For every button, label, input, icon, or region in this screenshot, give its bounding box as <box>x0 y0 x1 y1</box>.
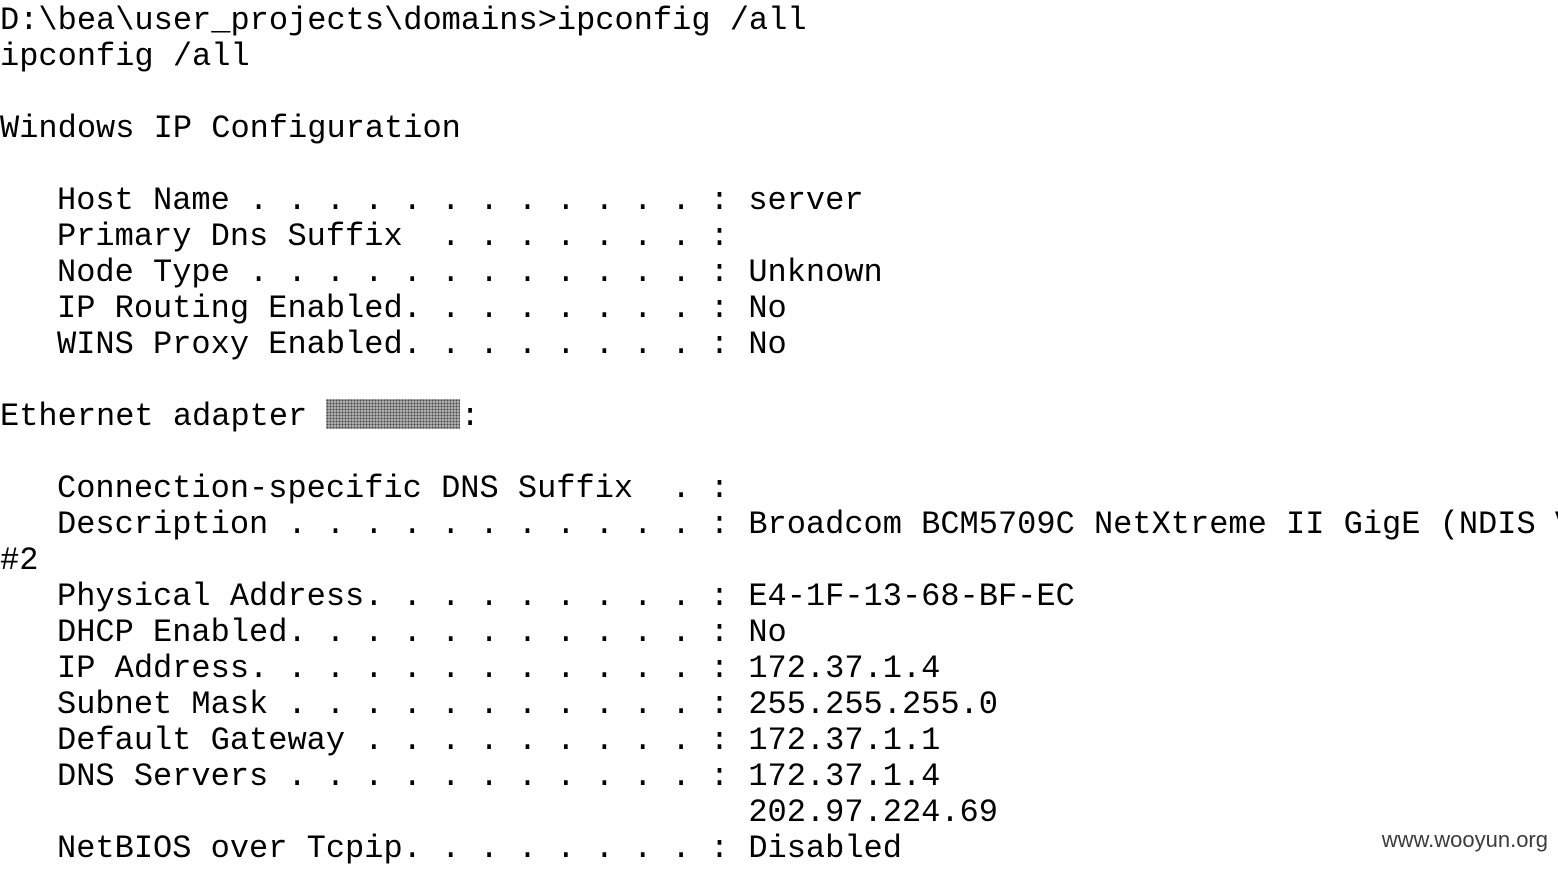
ip-address-line: IP Address. . . . . . . . . . . . : 172.… <box>57 650 941 687</box>
netbios-line: NetBIOS over Tcpip. . . . . . . . : Disa… <box>57 830 902 867</box>
physical-address-line: Physical Address. . . . . . . . . : E4-1… <box>57 578 1075 615</box>
dhcp-enabled-line: DHCP Enabled. . . . . . . . . . . : No <box>57 614 787 651</box>
watermark-text: www.wooyun.org <box>1381 827 1548 852</box>
adapter-header-suffix: : <box>460 398 480 435</box>
default-gateway-line: Default Gateway . . . . . . . . . : 172.… <box>57 722 941 759</box>
subnet-mask-line: Subnet Mask . . . . . . . . . . . : 255.… <box>57 686 998 723</box>
adapter-header-line: Ethernet adapter : <box>0 399 480 435</box>
command-prompt-line: D:\bea\user_projects\domains>ipconfig /a… <box>0 2 807 39</box>
command-echo-line: ipconfig /all <box>0 38 250 75</box>
wins-proxy-line: WINS Proxy Enabled. . . . . . . . : No <box>57 326 787 363</box>
description-line: Description . . . . . . . . . . . : Broa… <box>57 506 1558 543</box>
section-title-windows-ip-config: Windows IP Configuration <box>0 110 461 147</box>
host-name-line: Host Name . . . . . . . . . . . . : serv… <box>57 182 864 219</box>
primary-dns-suffix-line: Primary Dns Suffix . . . . . . . : <box>57 218 730 255</box>
dns-servers-secondary-line: 202.97.224.69 <box>57 794 998 831</box>
connection-dns-suffix-line: Connection-specific DNS Suffix . : <box>57 470 730 507</box>
dns-servers-line: DNS Servers . . . . . . . . . . . : 172.… <box>57 758 941 795</box>
redacted-adapter-name <box>326 399 461 429</box>
ip-routing-line: IP Routing Enabled. . . . . . . . : No <box>57 290 787 327</box>
adapter-header-prefix: Ethernet adapter <box>0 398 327 435</box>
description-continuation-line: #2 <box>0 542 39 579</box>
node-type-line: Node Type . . . . . . . . . . . . : Unkn… <box>57 254 883 291</box>
terminal-output: D:\bea\user_projects\domains>ipconfig /a… <box>0 0 1558 870</box>
